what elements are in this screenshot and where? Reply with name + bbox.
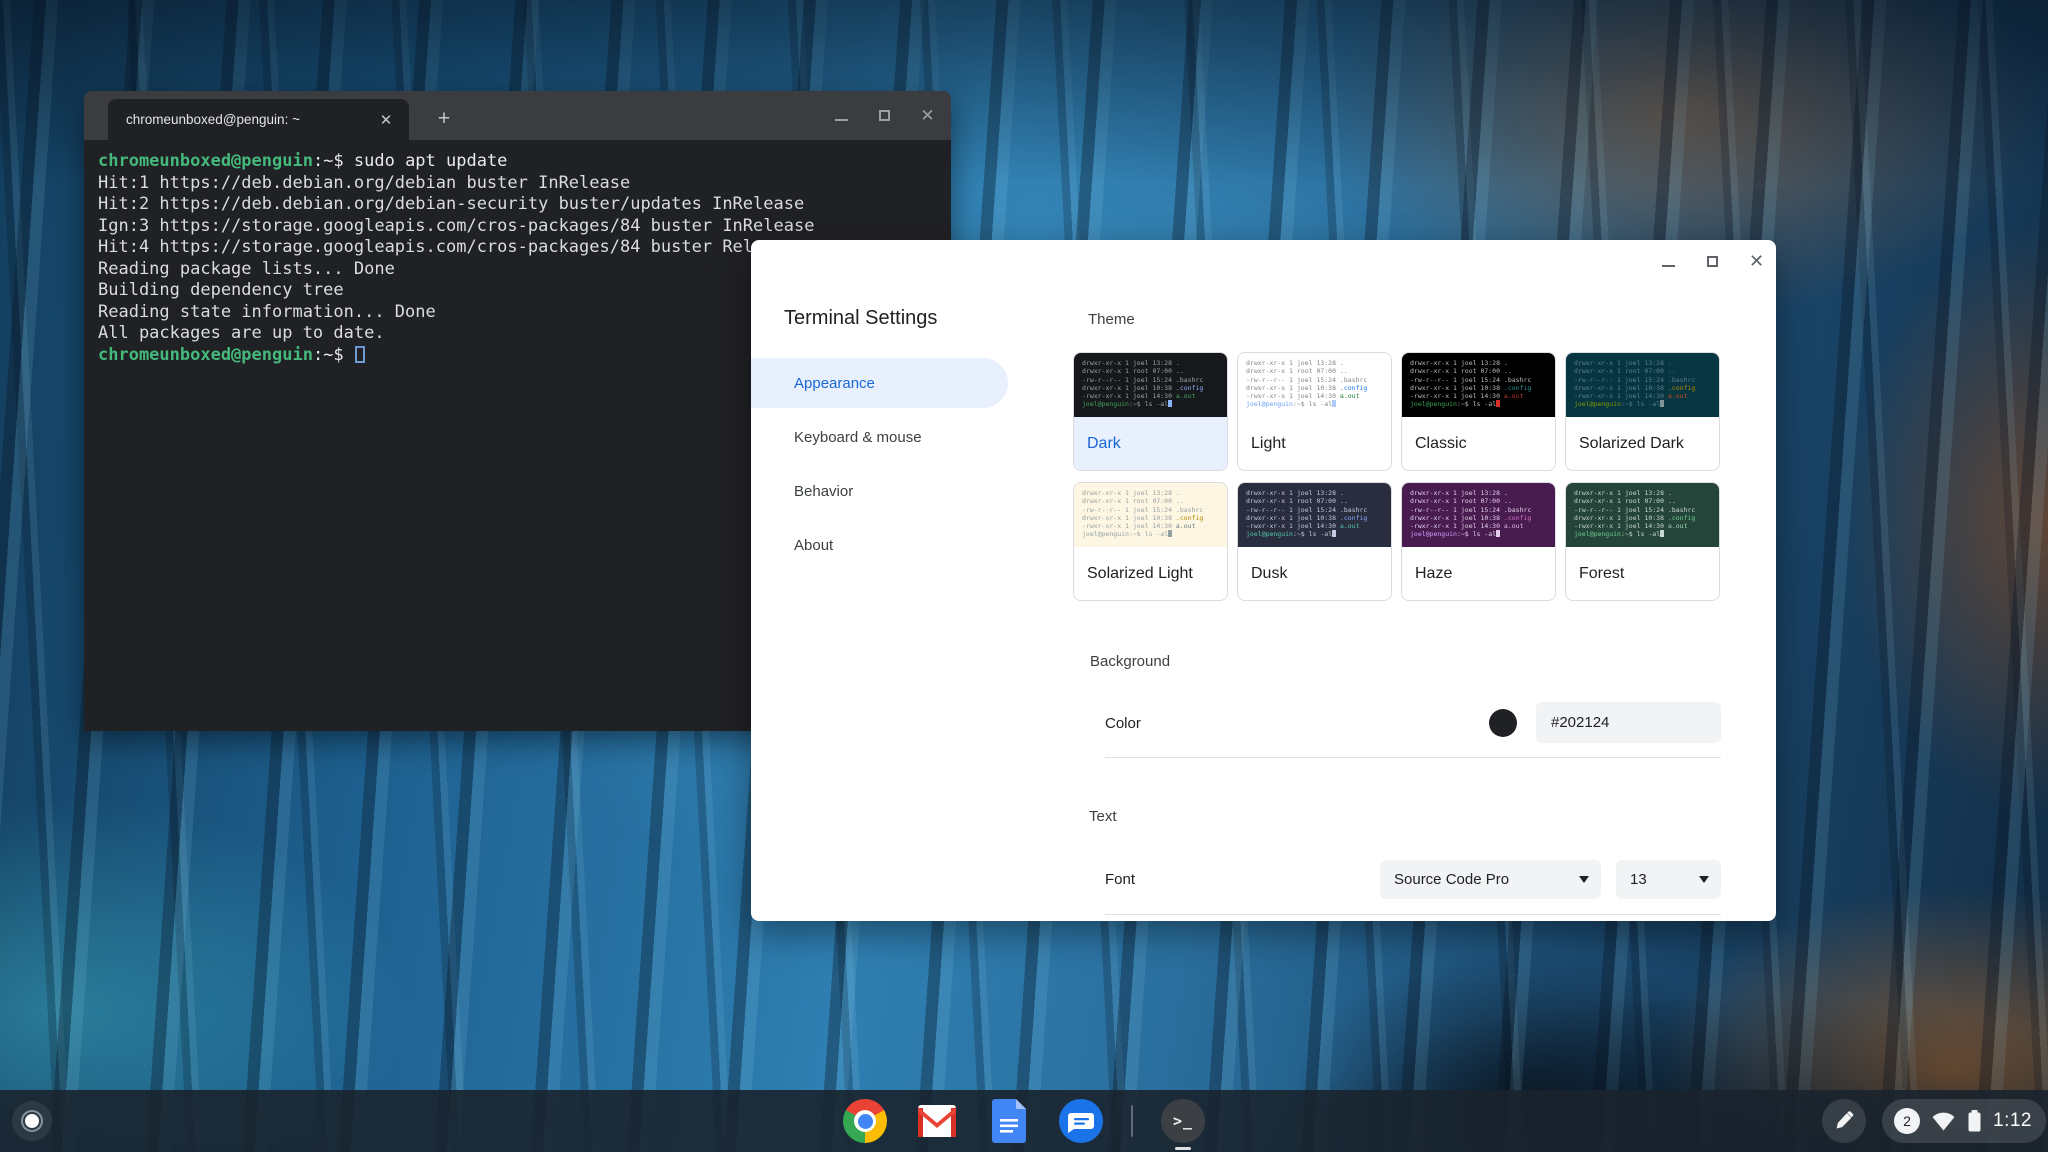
font-size-select[interactable]: 13 xyxy=(1616,860,1721,899)
settings-nav: AppearanceKeyboard & mouseBehaviorAbout xyxy=(751,358,1008,574)
theme-label: Classic xyxy=(1402,417,1555,470)
background-section-label: Background xyxy=(1090,653,1170,670)
theme-label: Solarized Dark xyxy=(1566,417,1719,470)
battery-icon xyxy=(1967,1109,1982,1133)
terminal-line: Hit:1 https://deb.debian.org/debian bust… xyxy=(98,173,937,195)
theme-preview: drwxr-xr-x 1 joel 13:28 .drwxr-xr-x 1 ro… xyxy=(1402,353,1555,417)
theme-preview: drwxr-xr-x 1 joel 13:28 .drwxr-xr-x 1 ro… xyxy=(1074,353,1227,417)
terminal-line: Ign:3 https://storage.googleapis.com/cro… xyxy=(98,216,937,238)
notification-badge: 2 xyxy=(1894,1108,1920,1134)
terminal-icon: >_ xyxy=(1161,1099,1205,1143)
theme-card-classic[interactable]: drwxr-xr-x 1 joel 13:28 .drwxr-xr-x 1 ro… xyxy=(1401,352,1556,471)
theme-card-light[interactable]: drwxr-xr-x 1 joel 13:28 .drwxr-xr-x 1 ro… xyxy=(1237,352,1392,471)
theme-card-solarized-light[interactable]: drwxr-xr-x 1 joel 13:28 .drwxr-xr-x 1 ro… xyxy=(1073,482,1228,601)
color-row-label: Color xyxy=(1105,715,1141,732)
launcher-button[interactable] xyxy=(12,1101,52,1141)
theme-card-dusk[interactable]: drwxr-xr-x 1 joel 13:28 .drwxr-xr-x 1 ro… xyxy=(1237,482,1392,601)
close-button[interactable]: ✕ xyxy=(1747,252,1766,271)
status-tray[interactable]: 2 1:12 xyxy=(1882,1099,2046,1143)
terminal-line: chromeunboxed@penguin:~$ sudo apt update xyxy=(98,151,937,173)
maximize-button[interactable] xyxy=(1703,252,1722,271)
theme-card-dark[interactable]: drwxr-xr-x 1 joel 13:28 .drwxr-xr-x 1 ro… xyxy=(1073,352,1228,471)
sidebar-item-behavior[interactable]: Behavior xyxy=(751,466,1008,516)
theme-label: Solarized Light xyxy=(1074,547,1227,600)
gmail-app-button[interactable] xyxy=(915,1099,959,1143)
divider xyxy=(1105,757,1721,758)
theme-label: Forest xyxy=(1566,547,1719,600)
theme-preview: drwxr-xr-x 1 joel 13:28 .drwxr-xr-x 1 ro… xyxy=(1074,483,1227,547)
gmail-icon xyxy=(916,1100,958,1142)
shelf: >_ 2 1:12 xyxy=(0,1090,2048,1152)
background-color-input[interactable]: #202124 xyxy=(1536,702,1721,743)
close-button[interactable]: ✕ xyxy=(918,106,937,125)
page-title: Terminal Settings xyxy=(784,307,937,330)
maximize-button[interactable] xyxy=(875,106,894,125)
messages-icon xyxy=(1059,1099,1103,1143)
terminal-titlebar[interactable]: chromeunboxed@penguin: ~ ✕ + ✕ xyxy=(84,91,951,140)
theme-label: Dark xyxy=(1074,417,1227,470)
running-indicator xyxy=(1175,1147,1191,1150)
new-tab-button[interactable]: + xyxy=(430,105,458,133)
font-family-value: Source Code Pro xyxy=(1394,871,1509,888)
terminal-settings-window: ✕ Terminal Settings AppearanceKeyboard &… xyxy=(751,240,1776,921)
terminal-tab[interactable]: chromeunboxed@penguin: ~ ✕ xyxy=(108,99,409,140)
terminal-line: Hit:2 https://deb.debian.org/debian-secu… xyxy=(98,194,937,216)
sidebar-item-keyboard-mouse[interactable]: Keyboard & mouse xyxy=(751,412,1008,462)
sidebar-item-appearance[interactable]: Appearance xyxy=(751,358,1008,408)
theme-card-forest[interactable]: drwxr-xr-x 1 joel 13:28 .drwxr-xr-x 1 ro… xyxy=(1565,482,1720,601)
font-size-value: 13 xyxy=(1630,871,1647,888)
font-family-select[interactable]: Source Code Pro xyxy=(1380,860,1601,899)
chevron-down-icon xyxy=(1699,876,1709,883)
stylus-tools-button[interactable] xyxy=(1822,1099,1866,1143)
chrome-app-button[interactable] xyxy=(843,1099,887,1143)
wifi-icon xyxy=(1931,1110,1956,1132)
theme-label: Light xyxy=(1238,417,1391,470)
shelf-separator xyxy=(1131,1105,1133,1137)
pen-icon xyxy=(1832,1109,1856,1133)
docs-app-button[interactable] xyxy=(987,1099,1031,1143)
theme-label: Dusk xyxy=(1238,547,1391,600)
docs-icon xyxy=(992,1099,1026,1143)
minimize-button[interactable] xyxy=(1659,252,1678,271)
launcher-icon xyxy=(21,1110,43,1132)
theme-preview: drwxr-xr-x 1 joel 13:28 .drwxr-xr-x 1 ro… xyxy=(1566,483,1719,547)
clock: 1:12 xyxy=(1993,1110,2032,1132)
theme-preview: drwxr-xr-x 1 joel 13:28 .drwxr-xr-x 1 ro… xyxy=(1566,353,1719,417)
theme-card-solarized-dark[interactable]: drwxr-xr-x 1 joel 13:28 .drwxr-xr-x 1 ro… xyxy=(1565,352,1720,471)
theme-preview: drwxr-xr-x 1 joel 13:28 .drwxr-xr-x 1 ro… xyxy=(1402,483,1555,547)
terminal-app-button[interactable]: >_ xyxy=(1161,1099,1205,1143)
theme-card-haze[interactable]: drwxr-xr-x 1 joel 13:28 .drwxr-xr-x 1 ro… xyxy=(1401,482,1556,601)
chevron-down-icon xyxy=(1579,876,1589,883)
theme-preview: drwxr-xr-x 1 joel 13:28 .drwxr-xr-x 1 ro… xyxy=(1238,483,1391,547)
messages-app-button[interactable] xyxy=(1059,1099,1103,1143)
text-section-label: Text xyxy=(1089,808,1117,825)
theme-section-label: Theme xyxy=(1088,311,1135,328)
divider xyxy=(1105,914,1721,915)
sidebar-item-about[interactable]: About xyxy=(751,520,1008,570)
terminal-cursor xyxy=(355,346,365,363)
theme-preview: drwxr-xr-x 1 joel 13:28 .drwxr-xr-x 1 ro… xyxy=(1238,353,1391,417)
theme-grid: drwxr-xr-x 1 joel 13:28 .drwxr-xr-x 1 ro… xyxy=(1073,352,1733,601)
minimize-button[interactable] xyxy=(832,106,851,125)
chrome-icon xyxy=(843,1099,887,1143)
tab-close-icon[interactable]: ✕ xyxy=(375,109,397,131)
background-color-swatch[interactable] xyxy=(1489,709,1517,737)
theme-label: Haze xyxy=(1402,547,1555,600)
terminal-tab-title: chromeunboxed@penguin: ~ xyxy=(126,112,375,127)
font-row-label: Font xyxy=(1105,871,1135,888)
